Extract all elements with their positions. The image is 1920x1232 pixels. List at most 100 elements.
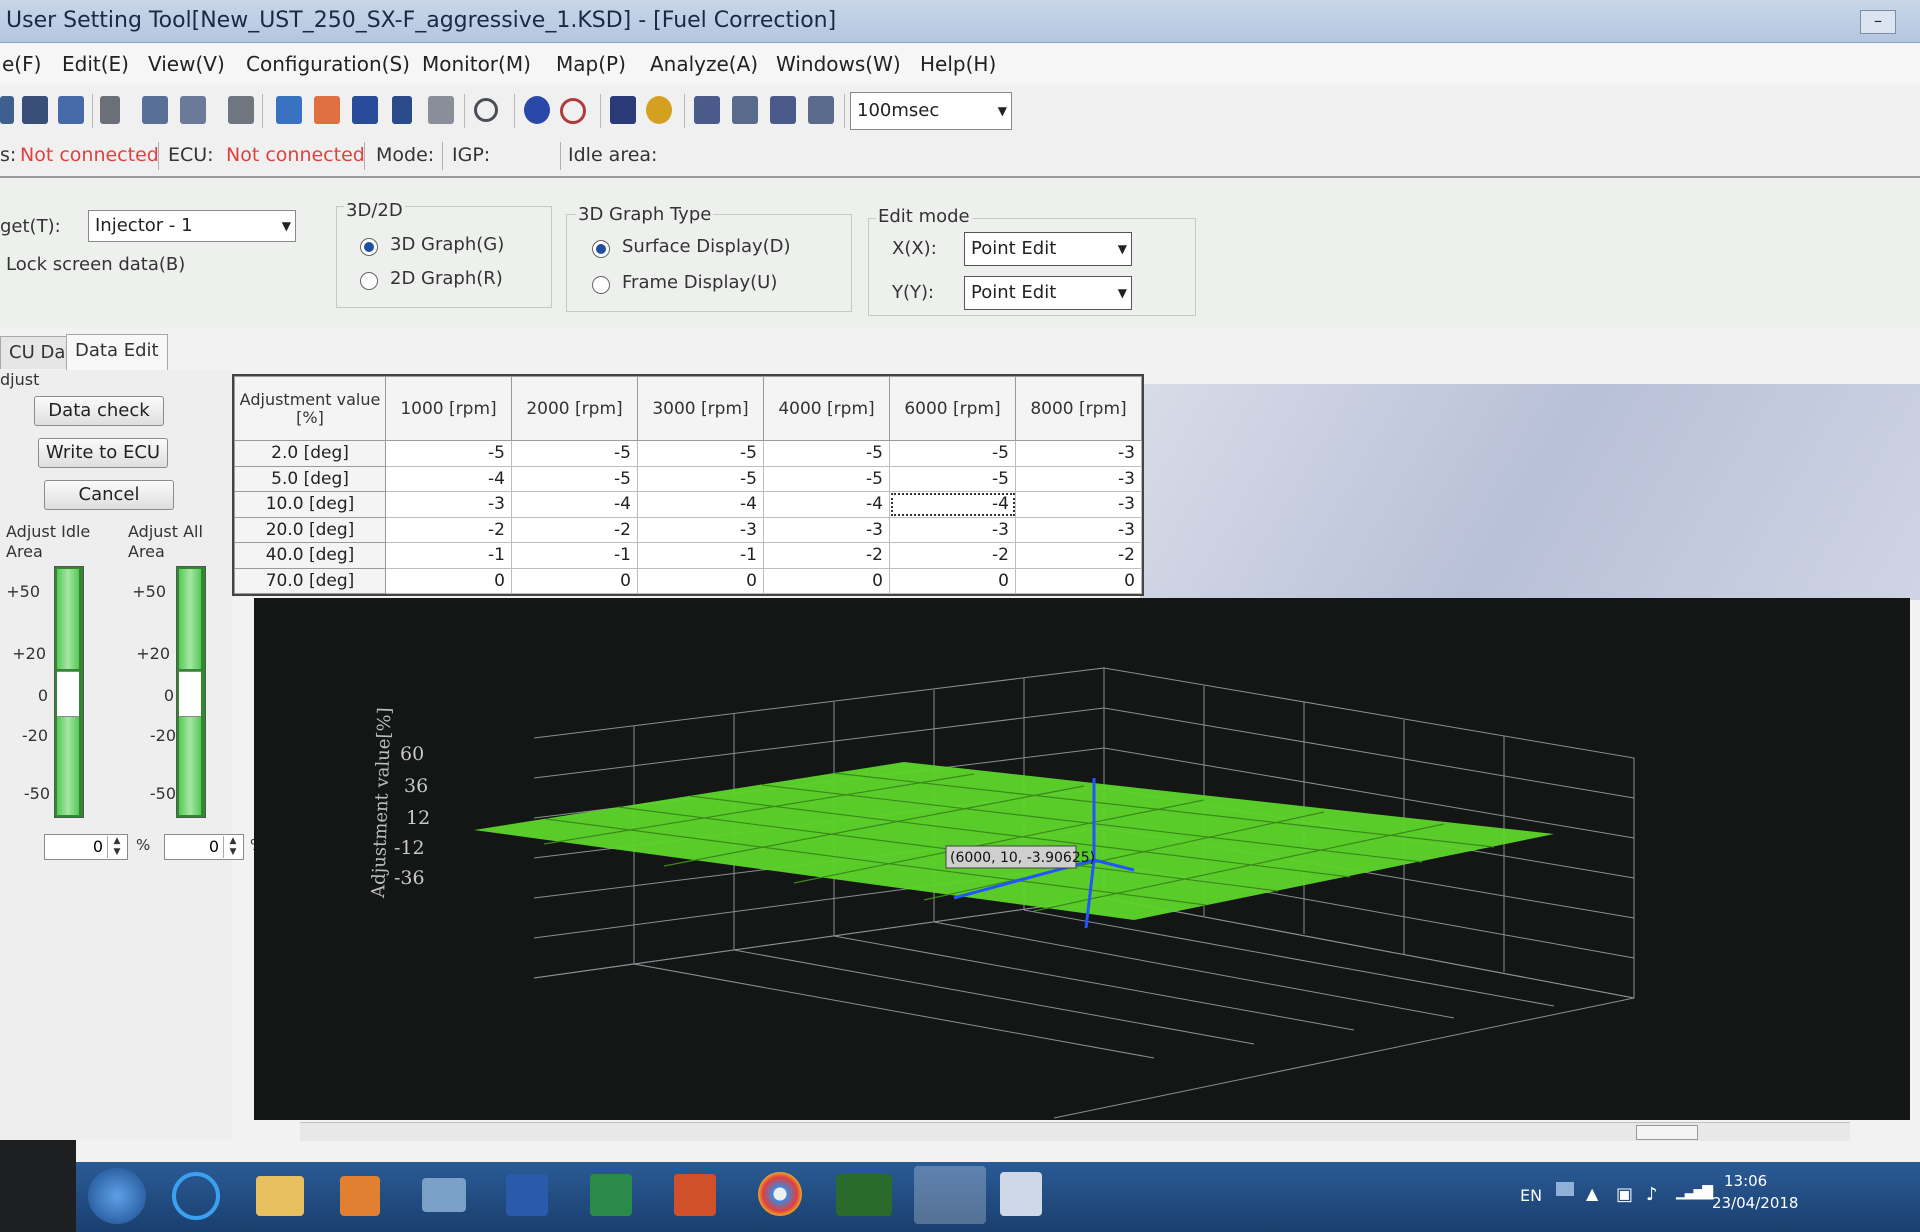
table-cell[interactable]: -2 [385,516,512,543]
info-icon[interactable] [646,96,672,124]
column-header[interactable]: 6000 [rpm] [889,376,1016,441]
menu-configuration[interactable]: Configuration(S) [246,52,410,76]
excel-icon[interactable] [590,1174,632,1216]
table-cell[interactable]: -2 [763,542,890,569]
edit-x-select[interactable]: Point Edit ▼ [964,232,1132,266]
table-cell[interactable]: -1 [385,542,512,569]
volume-icon[interactable]: ♪ [1646,1184,1658,1205]
menu-analyze[interactable]: Analyze(A) [650,52,758,76]
table-cell[interactable]: 0 [763,567,890,594]
table-cell[interactable]: -1 [637,542,764,569]
clock-time[interactable]: 13:06 [1724,1172,1767,1190]
table-cell[interactable]: -3 [1015,440,1142,467]
target-select[interactable]: Injector - 1 ▼ [88,210,296,242]
table-cell[interactable]: -2 [889,542,1016,569]
data-check-button[interactable]: Data check [34,396,164,426]
open-icon[interactable] [22,96,48,124]
menu-windows[interactable]: Windows(W) [776,52,901,76]
start-button-icon[interactable] [88,1168,146,1224]
menu-map[interactable]: Map(P) [556,52,626,76]
all-area-spinner[interactable]: 0 ▲ ▼ [164,834,244,860]
radio-2d-graph[interactable] [360,272,378,290]
fit-icon[interactable] [732,96,758,124]
internet-explorer-icon[interactable] [172,1172,220,1220]
table-cell[interactable]: -4 [511,491,638,518]
table-cell[interactable]: -3 [637,516,764,543]
table-cell[interactable]: 0 [1015,567,1142,594]
expand-horizontal-icon[interactable] [770,96,796,124]
table-cell[interactable]: -3 [1015,516,1142,543]
powerpoint-icon[interactable] [674,1174,716,1216]
menu-edit[interactable]: Edit(E) [62,52,129,76]
connect-icon[interactable] [0,96,14,124]
table-cell[interactable]: -5 [637,440,764,467]
table-cell[interactable]: 0 [889,567,1016,594]
row-header[interactable]: 40.0 [deg] [234,542,386,569]
media-player-icon[interactable] [340,1176,380,1216]
edit-y-select[interactable]: Point Edit ▼ [964,276,1132,310]
chrome-icon[interactable] [758,1172,802,1216]
radio-surface-display[interactable] [592,240,610,258]
minimize-button[interactable]: – [1860,10,1896,34]
undo-icon[interactable] [228,96,254,124]
table-cell[interactable]: -1 [511,542,638,569]
expand-vertical-icon[interactable] [694,96,720,124]
table-cell[interactable]: -2 [511,516,638,543]
row-header[interactable]: 2.0 [deg] [234,440,386,467]
chart-icon[interactable] [610,96,636,124]
table-cell[interactable]: 0 [511,567,638,594]
save-icon[interactable] [58,96,84,124]
table-cell[interactable]: -3 [1015,491,1142,518]
table-cell[interactable]: 0 [385,567,512,594]
table-cell[interactable]: -3 [889,516,1016,543]
spin-arrows-icon[interactable]: ▲ ▼ [107,836,126,858]
cancel-button[interactable]: Cancel [44,480,174,510]
signal-icon[interactable]: ▁▃▅▇ [1676,1184,1713,1200]
column-header[interactable]: 1000 [rpm] [385,376,512,441]
word-icon[interactable] [506,1174,548,1216]
menu-file[interactable]: e(F) [2,52,41,76]
table-cell[interactable]: -4 [385,465,512,492]
row-header[interactable]: 70.0 [deg] [234,567,386,594]
table-cell[interactable]: -5 [763,465,890,492]
grid-icon[interactable] [352,96,378,124]
menu-view[interactable]: View(V) [148,52,225,76]
file-explorer-icon[interactable] [256,1176,304,1216]
table-cell[interactable]: -5 [637,465,764,492]
setting-tool-icon[interactable] [836,1174,892,1216]
table-cell[interactable]: -5 [511,440,638,467]
table-cell-selected[interactable]: -4 [889,491,1016,518]
gauge-icon[interactable] [524,96,550,124]
graph-3d-panel[interactable]: (6000, 10, -3.90625) 60 36 12 -12 -36 Ad… [254,598,1910,1120]
paste-icon[interactable] [180,96,206,124]
graph-3d-canvas[interactable]: (6000, 10, -3.90625) 60 36 12 -12 -36 Ad… [254,598,1910,1120]
idle-area-spinner[interactable]: 0 ▲ ▼ [44,834,128,860]
menu-help[interactable]: Help(H) [920,52,996,76]
bookmark-icon[interactable] [100,96,120,124]
keyboard-icon[interactable] [1556,1182,1574,1196]
chevron-up-icon[interactable]: ▲ [1586,1184,1598,1203]
table-cell[interactable]: -5 [889,440,1016,467]
idle-area-slider[interactable] [54,566,84,818]
table-cell[interactable]: -3 [763,516,890,543]
copy-icon[interactable] [142,96,168,124]
table-cell[interactable]: -3 [1015,465,1142,492]
column-header[interactable]: 2000 [rpm] [511,376,638,441]
menu-monitor[interactable]: Monitor(M) [422,52,531,76]
row-header[interactable]: 5.0 [deg] [234,465,386,492]
lock-screen-checkbox[interactable]: Lock screen data(B) [6,254,185,275]
table-cell[interactable]: -4 [637,491,764,518]
write-to-ecu-button[interactable]: Write to ECU [38,438,168,468]
spin-arrows-icon[interactable]: ▲ ▼ [223,836,242,858]
table-cell[interactable]: -5 [889,465,1016,492]
active-window-icon[interactable] [914,1166,986,1224]
write-icon[interactable] [276,96,302,124]
all-area-slider[interactable] [176,566,206,818]
table-cell[interactable]: -4 [763,491,890,518]
table-cell[interactable]: -5 [385,440,512,467]
refresh-icon[interactable] [474,98,498,122]
doc-icon[interactable] [428,96,454,124]
horizontal-scrollbar[interactable] [300,1122,1850,1141]
x-app-icon[interactable] [422,1178,466,1212]
scroll-thumb[interactable] [1636,1125,1698,1140]
